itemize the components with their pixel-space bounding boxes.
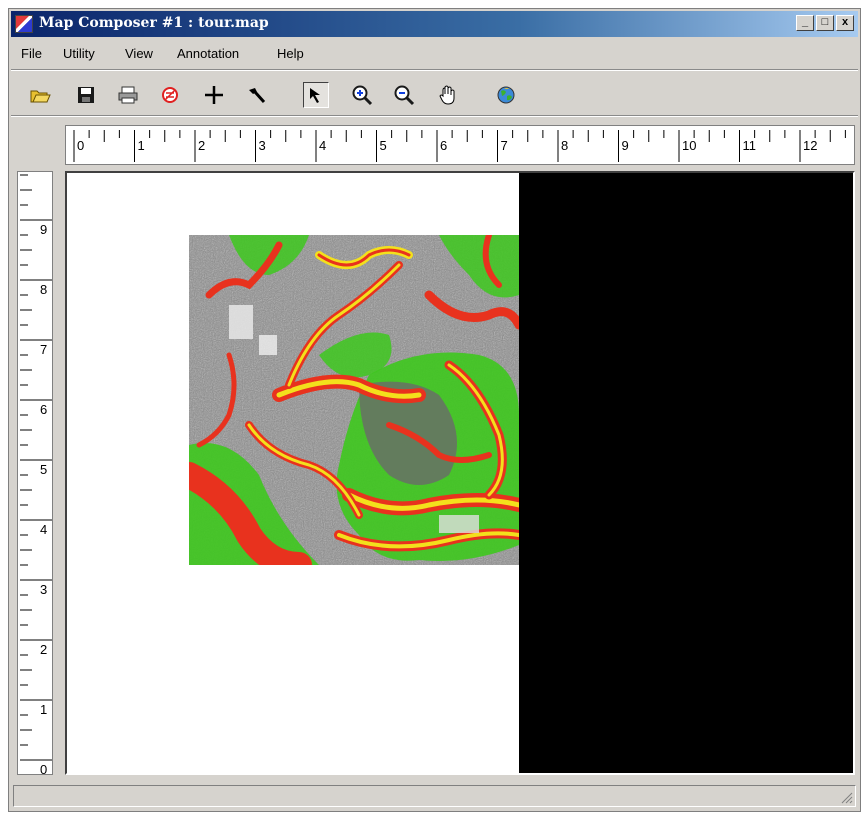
ruler-label: 10 [682,138,696,153]
ruler-label: 7 [501,138,508,153]
select-arrow-icon [310,88,320,103]
save-button[interactable] [73,82,99,108]
resize-grip-icon[interactable] [839,790,853,804]
toolbar [11,77,858,113]
raster-map-image[interactable] [189,235,519,565]
menu-annotation[interactable]: Annotation [177,46,239,61]
ruler-label: 3 [40,582,47,597]
ruler-label: 3 [259,138,266,153]
window-title: Map Composer #1 : tour.map [39,15,269,31]
ruler-label: 1 [40,702,47,717]
vertical-ruler: 9 8 7 6 5 4 3 2 1 0 [17,171,53,775]
minimize-button[interactable]: _ [796,15,814,31]
ruler-label: 11 [743,138,757,153]
menu-file[interactable]: File [21,46,42,61]
zoom-out-icon [394,85,415,106]
ruler-label: 7 [40,342,47,357]
app-icon [15,15,33,33]
ruler-label: 8 [40,282,47,297]
ruler-label: 4 [319,138,326,153]
horizontal-ruler: 0 1 2 3 4 5 6 7 8 9 10 11 12 [65,125,855,165]
zoom-out-button[interactable] [391,82,417,108]
menu-help[interactable]: Help [277,46,304,61]
pan-hand-icon [439,85,455,105]
horizontal-ruler-scale: 0 1 2 3 4 5 6 7 8 9 10 11 12 [73,130,846,162]
ruler-label: 6 [40,402,47,417]
crosshair-icon [205,86,223,104]
menu-utility[interactable]: Utility [63,46,95,61]
title-bar[interactable]: Map Composer #1 : tour.map _ □ x [11,11,858,37]
clear-icon [162,87,178,103]
ruler-label: 2 [40,642,47,657]
select-button[interactable] [303,82,329,108]
print-icon [118,86,138,104]
ruler-label: 4 [40,522,47,537]
ruler-label: 8 [561,138,568,153]
globe-icon [497,86,515,104]
pan-button[interactable] [435,82,461,108]
zoom-in-icon [352,85,373,106]
ruler-label: 2 [198,138,205,153]
ruler-label: 5 [40,462,47,477]
ruler-label: 0 [77,138,84,153]
ruler-label: 1 [138,138,145,153]
ruler-label: 9 [622,138,629,153]
open-button[interactable] [27,82,53,108]
ruler-label: 5 [380,138,387,153]
menu-view[interactable]: View [125,46,153,61]
add-point-button[interactable] [201,82,227,108]
ruler-label: 0 [40,762,47,775]
zoom-in-button[interactable] [349,82,375,108]
clear-button[interactable] [157,82,183,108]
menu-bar: File Utility View Annotation Help [11,41,858,65]
map-canvas[interactable] [65,171,855,775]
toolbar-separator [11,115,858,117]
menu-separator [11,69,858,71]
globe-button[interactable] [493,82,519,108]
open-icon [30,90,51,103]
ruler-label: 6 [440,138,447,153]
hammer-button[interactable] [243,82,269,108]
maximize-button[interactable]: □ [816,15,834,31]
hammer-icon [249,88,266,104]
status-bar [13,785,856,807]
save-icon [78,87,94,103]
vertical-ruler-scale: 9 8 7 6 5 4 3 2 1 0 [20,174,52,775]
ruler-label: 9 [40,222,47,237]
close-button[interactable]: x [836,15,854,31]
ruler-label: 12 [803,138,817,153]
map-composer-window: Map Composer #1 : tour.map _ □ x File Ut… [8,8,861,812]
print-button[interactable] [115,82,141,108]
